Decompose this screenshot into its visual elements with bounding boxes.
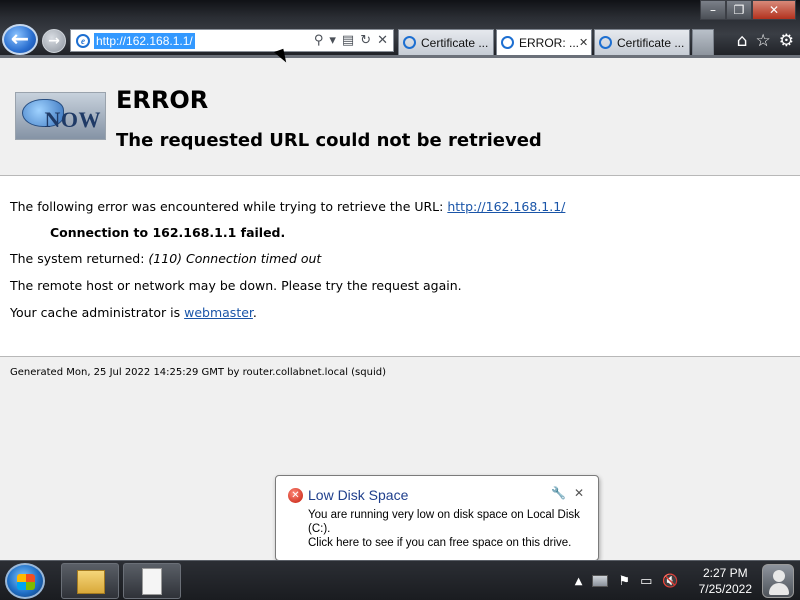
action-center-flag-icon[interactable]: ⚑ <box>618 574 630 589</box>
drive-warning-icon[interactable] <box>592 575 609 587</box>
cache-admin-suffix: . <box>252 305 257 320</box>
window-controls: – ❐ ✕ <box>700 0 796 20</box>
volume-muted-icon[interactable]: 🔇 <box>662 574 678 589</box>
ie-tab-icon <box>501 36 514 49</box>
ie-tab-icon <box>403 36 416 49</box>
user-body-icon <box>769 583 789 595</box>
tab-certificate-2[interactable]: Certificate ... <box>594 29 690 55</box>
low-disk-notification[interactable]: ✕ Low Disk Space 🔧 ✕ You are running ver… <box>275 475 599 569</box>
squid-logo: NOW <box>15 92 106 140</box>
notification-body-line: You are running very low on disk space o… <box>308 509 580 535</box>
ie-page-icon: e <box>76 33 90 48</box>
network-icon[interactable]: ▭ <box>640 574 652 589</box>
tab-label: Certificate ... <box>421 35 489 50</box>
url-link[interactable]: http://162.168.1.1/ <box>447 199 565 214</box>
taskbar-document[interactable] <box>123 563 181 599</box>
forward-arrow-icon: → <box>48 33 60 49</box>
cache-admin-label: Your cache administrator is <box>10 305 185 320</box>
system-returned-label: The system returned: <box>10 251 149 266</box>
tab-error[interactable]: ERROR: ... ✕ <box>496 29 592 55</box>
toolbar-icons: ⌂ ☆ ⚙ <box>737 31 794 51</box>
tab-close-icon[interactable]: ✕ <box>579 36 588 49</box>
dropdown-icon[interactable]: ▾ <box>329 33 336 48</box>
notification-title: Low Disk Space <box>308 487 409 503</box>
star-icon[interactable]: ☆ <box>756 31 771 51</box>
document-icon <box>142 568 162 595</box>
page-subtitle: The requested URL could not be retrieved <box>116 130 542 151</box>
new-tab-button[interactable] <box>692 29 714 55</box>
system-returned-line: The system returned: (110) Connection ti… <box>10 251 321 266</box>
search-icon[interactable]: ⚲ <box>314 33 324 48</box>
tab-label: Certificate ... <box>617 35 685 50</box>
error-line-text: The following error was encountered whil… <box>10 199 448 214</box>
tab-strip: Certificate ... ERROR: ... ✕ Certificate… <box>398 29 714 55</box>
show-hidden-icons-icon[interactable]: ▲ <box>575 576 583 587</box>
taskbar: ▲ ⚑ ▭ 🔇 2:27 PM 7/25/2022 <box>0 560 800 600</box>
error-line-url: The following error was encountered whil… <box>10 199 565 214</box>
webmaster-link[interactable]: webmaster <box>184 305 253 320</box>
notification-body[interactable]: You are running very low on disk space o… <box>308 508 593 550</box>
host-down-line: The remote host or network may be down. … <box>10 278 462 293</box>
logo-text: NOW <box>44 107 101 132</box>
user-avatar[interactable] <box>762 564 794 598</box>
generated-footer: Generated Mon, 25 Jul 2022 14:25:29 GMT … <box>10 367 386 378</box>
back-arrow-icon: ← <box>10 27 30 52</box>
error-header: NOW ERROR The requested URL could not be… <box>0 58 800 176</box>
page-title: ERROR <box>116 86 209 114</box>
connection-failed: Connection to 162.168.1.1 failed. <box>50 225 286 240</box>
user-head-icon <box>773 570 785 582</box>
tab-certificate-1[interactable]: Certificate ... <box>398 29 494 55</box>
error-icon: ✕ <box>288 488 303 503</box>
folder-icon <box>77 570 105 594</box>
minimize-button[interactable]: – <box>700 0 726 20</box>
address-url[interactable]: http://162.168.1.1/ <box>94 32 195 49</box>
notification-body-line: Click here to see if you can free space … <box>308 537 572 549</box>
compatibility-icon[interactable]: ▤ <box>342 33 354 48</box>
notification-tools: 🔧 ✕ <box>551 486 584 500</box>
clock[interactable]: 2:27 PM 7/25/2022 <box>699 565 752 597</box>
close-icon[interactable]: ✕ <box>574 486 584 500</box>
cache-admin-line: Your cache administrator is webmaster. <box>10 305 257 320</box>
close-window-button[interactable]: ✕ <box>752 0 796 20</box>
home-icon[interactable]: ⌂ <box>737 31 748 51</box>
system-returned-value: (110) Connection timed out <box>148 251 322 266</box>
start-button[interactable] <box>5 563 45 599</box>
address-bar[interactable]: e http://162.168.1.1/ ⚲ ▾ ▤ ↻ ✕ <box>70 29 394 52</box>
error-details: The following error was encountered whil… <box>0 176 800 357</box>
wrench-icon[interactable]: 🔧 <box>551 486 566 500</box>
address-tools: ⚲ ▾ ▤ ↻ ✕ <box>314 33 388 48</box>
browser-chrome: – ❐ ✕ ← → e http://162.168.1.1/ ⚲ ▾ ▤ ↻ … <box>0 0 800 57</box>
back-button[interactable]: ← <box>2 24 38 55</box>
windows-logo-icon <box>17 574 35 590</box>
system-tray: ▲ ⚑ ▭ 🔇 2:27 PM 7/25/2022 <box>575 561 752 600</box>
taskbar-explorer[interactable] <box>61 563 119 599</box>
ie-tab-icon <box>599 36 612 49</box>
tab-label: ERROR: ... <box>519 35 580 50</box>
maximize-button[interactable]: ❐ <box>726 0 752 20</box>
stop-icon[interactable]: ✕ <box>377 33 388 48</box>
clock-date: 7/25/2022 <box>698 582 752 596</box>
gear-icon[interactable]: ⚙ <box>779 31 794 51</box>
forward-button[interactable]: → <box>42 29 66 53</box>
refresh-icon[interactable]: ↻ <box>360 33 371 48</box>
clock-time: 2:27 PM <box>702 566 748 580</box>
